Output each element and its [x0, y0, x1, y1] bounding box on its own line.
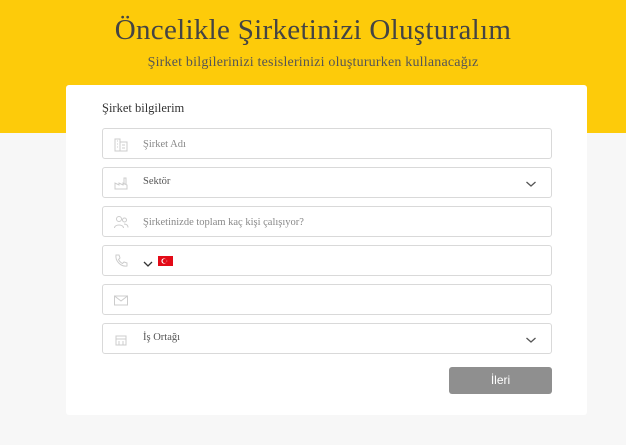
phone-icon — [113, 253, 129, 269]
turkey-flag-icon — [158, 256, 173, 266]
phone-input[interactable] — [203, 251, 533, 271]
country-code-selector[interactable] — [143, 255, 173, 267]
chevron-down-icon — [525, 333, 537, 345]
company-name-field[interactable] — [102, 128, 552, 159]
email-input[interactable] — [143, 290, 523, 310]
industry-icon — [113, 175, 129, 191]
page-subtitle: Şirket bilgilerinizi tesislerinizi oluşt… — [147, 55, 479, 70]
company-name-input[interactable] — [143, 134, 523, 154]
email-field[interactable] — [102, 284, 552, 315]
envelope-icon — [113, 292, 129, 308]
sector-select-value: Sektör — [143, 176, 171, 187]
partner-select[interactable]: İş Ortağı — [102, 323, 552, 354]
section-title: Şirket bilgilerim — [102, 101, 185, 115]
employee-count-input[interactable] — [143, 212, 523, 232]
company-form-card: Şirket bilgilerim Sektör — [66, 85, 587, 415]
partner-select-value: İş Ortağı — [143, 332, 181, 343]
chevron-down-icon — [525, 177, 537, 189]
sector-select[interactable]: Sektör — [102, 167, 552, 198]
employee-count-field[interactable] — [102, 206, 552, 237]
chevron-down-icon — [143, 256, 153, 267]
next-button[interactable]: İleri — [449, 367, 552, 394]
building-icon — [113, 136, 129, 152]
people-icon — [113, 214, 129, 230]
handshake-icon — [113, 331, 129, 347]
page-title: Öncelikle Şirketinizi Oluşturalım — [114, 14, 512, 46]
phone-field[interactable] — [102, 245, 552, 276]
